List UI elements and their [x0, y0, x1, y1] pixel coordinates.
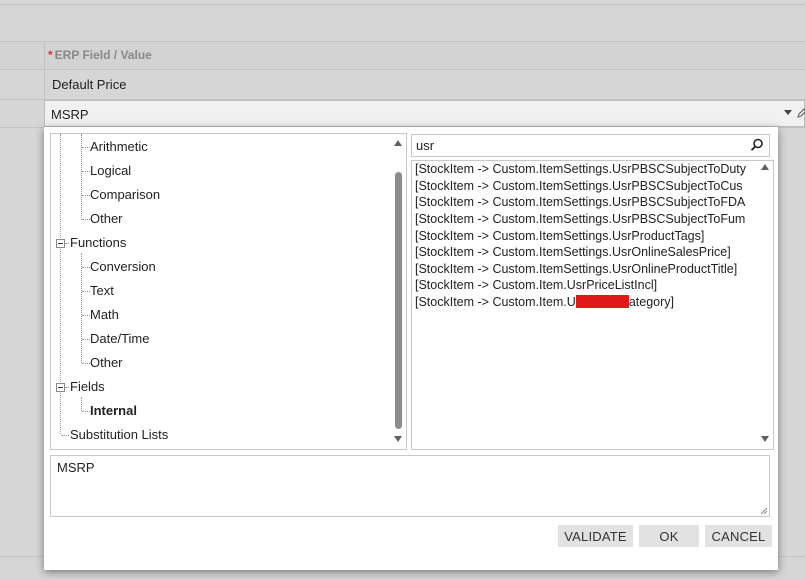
tree-item-arithmetic[interactable]: Arithmetic — [90, 139, 148, 154]
required-marker: * — [48, 48, 53, 62]
cancel-button[interactable]: CANCEL — [705, 525, 772, 547]
tree-connector — [82, 171, 90, 172]
search-field[interactable] — [411, 134, 770, 157]
tree-item-logical[interactable]: Logical — [90, 163, 131, 178]
tree-scrollbar[interactable] — [392, 134, 405, 449]
tree-connector — [82, 219, 90, 220]
result-item[interactable]: [StockItem -> Custom.ItemSettings.UsrPBS… — [415, 179, 755, 193]
scroll-down-arrow-icon[interactable] — [394, 436, 402, 442]
search-input[interactable] — [416, 137, 746, 154]
tree-connector — [82, 363, 90, 364]
tree-item-comparison[interactable]: Comparison — [90, 187, 160, 202]
result-item-suffix: ategory] — [628, 295, 674, 309]
erp-field-header: * ERP Field / Value — [48, 48, 152, 62]
validate-button[interactable]: VALIDATE — [558, 525, 633, 547]
field-results-list[interactable]: [StockItem -> Custom.ItemSettings.UsrPBS… — [411, 160, 774, 450]
tree-connector — [65, 387, 69, 388]
tree-item-math[interactable]: Math — [90, 307, 119, 322]
tree-connector — [82, 267, 90, 268]
erp-field-header-label: ERP Field / Value — [54, 48, 152, 62]
tree-guide-line — [81, 397, 82, 411]
scroll-down-arrow-icon[interactable] — [761, 436, 769, 442]
tree-connector — [82, 411, 90, 412]
collapse-toggle-functions[interactable] — [56, 239, 65, 248]
tree-item-text[interactable]: Text — [90, 283, 114, 298]
redaction-mark — [575, 295, 629, 308]
tree-connector — [82, 339, 90, 340]
tree-connector — [82, 195, 90, 196]
grid-line — [0, 69, 805, 70]
tree-item-internal[interactable]: Internal — [90, 403, 137, 418]
result-item[interactable]: [StockItem -> Custom.ItemSettings.UsrPBS… — [415, 195, 755, 209]
result-item[interactable]: [StockItem -> Custom.Item.UsrPriceListIn… — [415, 278, 755, 292]
formula-tree[interactable]: Arithmetic Logical Comparison Other Func… — [50, 133, 407, 450]
tree-item-date-time[interactable]: Date/Time — [90, 331, 149, 346]
result-item[interactable]: [StockItem -> Custom.ItemSettings.UsrPBS… — [415, 212, 755, 226]
ok-button[interactable]: OK — [639, 525, 699, 547]
resize-grip-icon[interactable] — [760, 507, 768, 515]
caret-down-icon[interactable] — [784, 110, 792, 115]
scroll-thumb[interactable] — [395, 172, 402, 429]
search-icon[interactable] — [750, 138, 764, 152]
erp-value-selector[interactable]: MSRP — [44, 100, 805, 127]
pencil-icon[interactable] — [796, 107, 805, 122]
result-item[interactable]: [StockItem -> Custom.ItemSettings.UsrPBS… — [415, 162, 755, 176]
result-item-prefix: [StockItem -> Custom.Item.U — [415, 295, 576, 309]
scroll-up-arrow-icon[interactable] — [394, 140, 402, 146]
tree-connector — [82, 147, 90, 148]
expression-text: MSRP — [57, 460, 95, 475]
tree-item-functions[interactable]: Functions — [70, 235, 126, 250]
tree-connector — [61, 435, 69, 436]
tree-item-other-operators[interactable]: Other — [90, 211, 123, 226]
tree-item-other-functions[interactable]: Other — [90, 355, 123, 370]
expression-textarea[interactable]: MSRP — [50, 455, 770, 517]
formula-editor-dialog: Arithmetic Logical Comparison Other Func… — [44, 127, 778, 570]
tree-connector — [82, 315, 90, 316]
result-item[interactable]: [StockItem -> Custom.ItemSettings.UsrOnl… — [415, 245, 755, 259]
tree-item-fields[interactable]: Fields — [70, 379, 105, 394]
results-scrollbar[interactable] — [759, 161, 772, 449]
scroll-up-arrow-icon[interactable] — [761, 164, 769, 170]
collapse-toggle-fields[interactable] — [56, 383, 65, 392]
grid-line — [0, 4, 805, 5]
result-item[interactable]: [StockItem -> Custom.Item.U ategory] — [415, 295, 755, 309]
result-item[interactable]: [StockItem -> Custom.ItemSettings.UsrOnl… — [415, 262, 755, 276]
tree-connector — [82, 291, 90, 292]
erp-value-text: MSRP — [51, 107, 89, 122]
tree-item-substitution-lists[interactable]: Substitution Lists — [70, 427, 168, 442]
tree-connector — [65, 243, 69, 244]
default-price-value[interactable]: Default Price — [52, 77, 126, 92]
tree-item-conversion[interactable]: Conversion — [90, 259, 156, 274]
tree-guide-line — [81, 253, 82, 363]
result-item[interactable]: [StockItem -> Custom.ItemSettings.UsrPro… — [415, 229, 755, 243]
